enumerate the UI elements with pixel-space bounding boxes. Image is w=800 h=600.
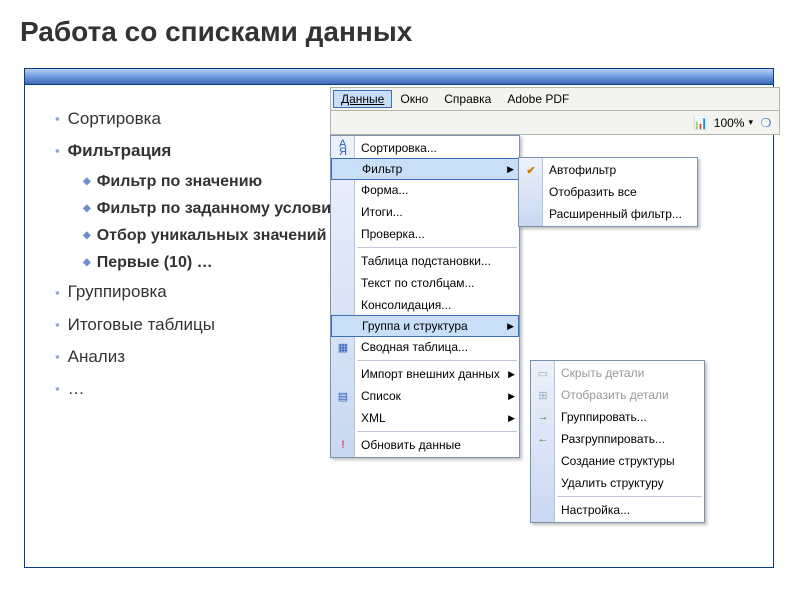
submenu-settings[interactable]: Настройка... — [531, 499, 704, 521]
data-menu: AЯ Сортировка... Фильтр▶ Форма... Итоги.… — [330, 135, 520, 458]
submenu-show-detail[interactable]: ⊞ Отобразить детали — [531, 384, 704, 406]
menu-xml[interactable]: XML▶ — [331, 407, 519, 429]
menu-pivot[interactable]: ▦ Сводная таблица... — [331, 336, 519, 358]
arrow-left-icon: ← — [534, 430, 552, 448]
submenu-create-outline[interactable]: Создание структуры — [531, 450, 704, 472]
pivot-icon: ▦ — [334, 338, 352, 356]
menu-consolidation[interactable]: Консолидация... — [331, 294, 519, 316]
arrow-right-icon: → — [534, 408, 552, 426]
minus-icon: ▭ — [534, 364, 552, 382]
menubar-data[interactable]: Данные — [333, 90, 392, 108]
submenu-arrow-icon: ▶ — [507, 164, 514, 175]
menu-list[interactable]: ▤ Список▶ — [331, 385, 519, 407]
slide-frame: Сортировка Фильтрация Фильтр по значению… — [24, 68, 774, 568]
help-icon[interactable]: ❍ — [757, 114, 775, 132]
menu-texttocol[interactable]: Текст по столбцам... — [331, 272, 519, 294]
plus-icon: ⊞ — [534, 386, 552, 404]
menu-import[interactable]: Импорт внешних данных▶ — [331, 363, 519, 385]
menu-validation[interactable]: Проверка... — [331, 223, 519, 245]
submenu-group[interactable]: → Группировать... — [531, 406, 704, 428]
menubar-adobe[interactable]: Adobe PDF — [499, 90, 577, 108]
excel-screenshot: Данные Окно Справка Adobe PDF 📊 100% ▾ ❍… — [330, 87, 780, 495]
menubar-help[interactable]: Справка — [436, 90, 499, 108]
submenu-hide-detail[interactable]: ▭ Скрыть детали — [531, 362, 704, 384]
zoom-level[interactable]: 100% — [714, 116, 745, 130]
submenu-advanced-filter[interactable]: Расширенный фильтр... — [519, 203, 697, 225]
submenu-showall[interactable]: Отобразить все — [519, 181, 697, 203]
submenu-autofilter[interactable]: ✔ Автофильтр — [519, 159, 697, 181]
submenu-arrow-icon: ▶ — [508, 413, 515, 424]
submenu-arrow-icon: ▶ — [508, 391, 515, 402]
check-icon: ✔ — [522, 161, 540, 179]
sort-icon: AЯ — [334, 139, 352, 157]
menubar: Данные Окно Справка Adobe PDF — [330, 87, 780, 111]
list-icon: ▤ — [334, 387, 352, 405]
chart-icon[interactable]: 📊 — [692, 114, 710, 132]
refresh-icon: ! — [334, 436, 352, 454]
group-submenu: ▭ Скрыть детали ⊞ Отобразить детали → Гр… — [530, 360, 705, 523]
menu-form[interactable]: Форма... — [331, 179, 519, 201]
slide-title: Работа со списками данных — [0, 0, 800, 56]
toolbar: 📊 100% ▾ ❍ — [330, 111, 780, 135]
menu-lookup[interactable]: Таблица подстановки... — [331, 250, 519, 272]
frame-header-bar — [25, 69, 773, 85]
submenu-arrow-icon: ▶ — [508, 369, 515, 380]
filter-submenu: ✔ Автофильтр Отобразить все Расширенный … — [518, 157, 698, 227]
submenu-ungroup[interactable]: ← Разгруппировать... — [531, 428, 704, 450]
menu-filter[interactable]: Фильтр▶ — [331, 158, 519, 180]
menu-sort[interactable]: AЯ Сортировка... — [331, 137, 519, 159]
submenu-arrow-icon: ▶ — [507, 321, 514, 332]
menu-group-structure[interactable]: Группа и структура▶ — [331, 315, 519, 337]
menu-refresh[interactable]: ! Обновить данные — [331, 434, 519, 456]
menu-totals[interactable]: Итоги... — [331, 201, 519, 223]
menubar-window[interactable]: Окно — [392, 90, 436, 108]
submenu-delete-outline[interactable]: Удалить структуру — [531, 472, 704, 494]
